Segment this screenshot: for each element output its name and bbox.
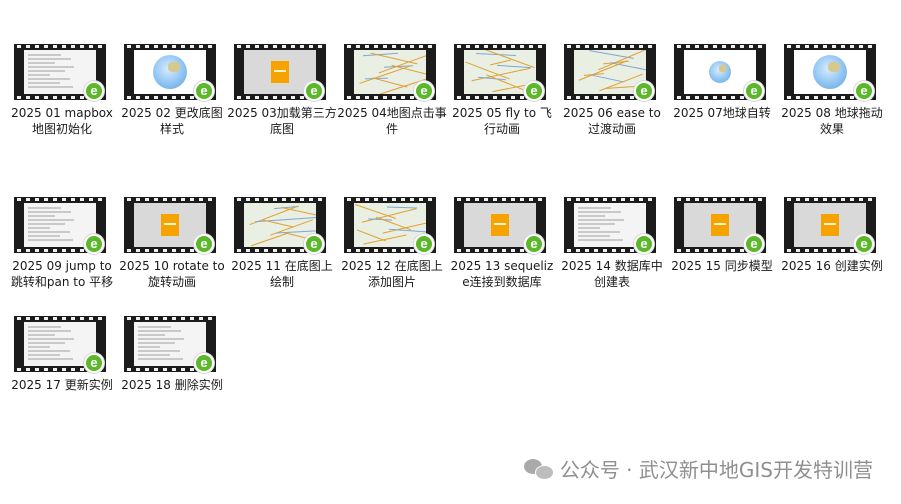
file-type-badge-icon: e (304, 81, 324, 101)
file-name-label: 2025 08 地球拖动效果 (781, 106, 883, 136)
file-name-label: 2025 12 在底图上添加图片 (341, 259, 443, 289)
file-grid: e 2025 01 mapbox地图初始化 e 2025 02 更改底图样式 e 2025… (0, 0, 901, 440)
globe-thumbnail (709, 61, 731, 83)
file-type-badge-icon: e (84, 234, 104, 254)
file-type-badge-icon: e (634, 234, 654, 254)
file-name-label: 2025 01 mapbox地图初始化 (11, 106, 113, 136)
file-name-label: 2025 14 数据库中创建表 (561, 259, 663, 289)
file-name-label: 2025 15 同步模型 (671, 259, 773, 273)
file-type-badge-icon: e (744, 234, 764, 254)
file-name-label: 2025 07地球自转 (673, 106, 771, 120)
file-type-badge-icon: e (304, 234, 324, 254)
file-name-label: 2025 11 在底图上绘制 (231, 259, 333, 289)
file-name-label: 2025 18 删除实例 (121, 378, 223, 392)
file-name-label: 2025 04地图点击事件 (337, 106, 447, 136)
file-type-badge-icon: e (194, 353, 214, 373)
file-type-badge-icon: e (194, 234, 214, 254)
file-name-label: 2025 05 fly to 飞行动画 (452, 106, 552, 136)
file-name-label: 2025 10 rotate to 旋转动画 (119, 259, 225, 289)
file-type-badge-icon: e (414, 234, 434, 254)
file-type-badge-icon: e (854, 234, 874, 254)
file-type-badge-icon: e (84, 81, 104, 101)
file-type-badge-icon: e (524, 81, 544, 101)
file-type-badge-icon: e (414, 81, 434, 101)
file-type-badge-icon: e (194, 81, 214, 101)
thumbnail-logo (271, 61, 289, 83)
file-name-label: 2025 09 jump to跳转和pan to 平移 (10, 259, 114, 289)
file-name-label: 2025 13 sequelize连接到数据库 (450, 259, 554, 289)
file-type-badge-icon: e (634, 81, 654, 101)
thumbnail-logo (711, 214, 729, 236)
thumbnail-logo (161, 214, 179, 236)
file-type-badge-icon: e (854, 81, 874, 101)
globe-thumbnail (153, 55, 187, 89)
file-type-badge-icon: e (84, 353, 104, 373)
thumbnail-logo (491, 214, 509, 236)
file-type-badge-icon: e (744, 81, 764, 101)
file-type-badge-icon: e (524, 234, 544, 254)
file-name-label: 2025 06 ease to 过渡动画 (563, 106, 661, 136)
file-name-label: 2025 17 更新实例 (11, 378, 113, 392)
thumbnail-logo (821, 214, 839, 236)
wechat-icon (523, 456, 554, 480)
file-name-label: 2025 02 更改底图样式 (121, 106, 223, 136)
file-name-label: 2025 03加载第三方底图 (227, 106, 337, 136)
globe-thumbnail (813, 55, 847, 89)
watermark-text: 公众号 · 武汉新中地GIS开发特训营 (559, 457, 873, 482)
file-name-label: 2025 16 创建实例 (781, 259, 883, 273)
watermark: 公众号 · 武汉新中地GIS开发特训营 (523, 453, 873, 483)
